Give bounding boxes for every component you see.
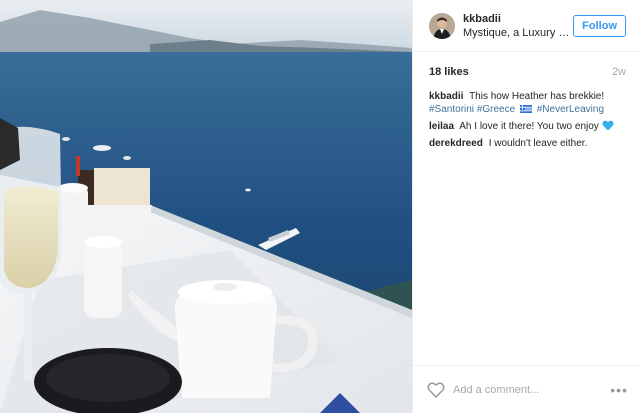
- comments-list: kkbadii This how Heather has brekkie! #S…: [413, 78, 640, 150]
- comment-text: I wouldn't leave either.: [488, 138, 588, 149]
- likes-count[interactable]: 18 likes: [429, 66, 469, 78]
- avatar[interactable]: [429, 12, 455, 39]
- caption-username[interactable]: kkbadii: [429, 91, 463, 102]
- likes-row: 18 likes 2w: [413, 52, 640, 78]
- post-photo[interactable]: [0, 0, 412, 413]
- follow-button[interactable]: Follow: [573, 14, 626, 37]
- blue-heart-icon: [601, 120, 614, 131]
- caption-text: This how Heather has brekkie!: [469, 91, 605, 102]
- heart-icon[interactable]: [427, 381, 445, 398]
- post-location[interactable]: Mystique, a Luxury C...: [463, 26, 573, 40]
- add-comment-bar: •••: [413, 365, 640, 413]
- hashtag-neverleaving[interactable]: #NeverLeaving: [537, 104, 604, 115]
- comment-text: Ah I love it there! You two enjoy: [459, 121, 599, 132]
- hashtag-santorini[interactable]: #Santorini: [429, 104, 474, 115]
- post-header: kkbadii Mystique, a Luxury C... Follow: [413, 0, 640, 52]
- post-header-meta: kkbadii Mystique, a Luxury C...: [463, 12, 573, 40]
- hashtag-greece[interactable]: #Greece: [477, 104, 515, 115]
- post-username[interactable]: kkbadii: [463, 12, 573, 26]
- more-options-icon[interactable]: •••: [610, 382, 628, 398]
- post-age[interactable]: 2w: [612, 66, 626, 78]
- caption: kkbadii This how Heather has brekkie! #S…: [429, 90, 628, 116]
- greek-flag-icon: [519, 105, 532, 113]
- comment-username[interactable]: leilaa: [429, 121, 454, 132]
- comment-item: derekdreed I wouldn't leave either.: [429, 137, 628, 150]
- comment-username[interactable]: derekdreed: [429, 138, 483, 149]
- avatar-image: [429, 12, 455, 39]
- santorini-breakfast-photo: [0, 0, 412, 413]
- comment-item: leilaa Ah I love it there! You two enjoy: [429, 120, 628, 133]
- post-sidebar: kkbadii Mystique, a Luxury C... Follow 1…: [412, 0, 640, 413]
- instagram-post: kkbadii Mystique, a Luxury C... Follow 1…: [0, 0, 640, 413]
- comment-input[interactable]: [453, 383, 611, 396]
